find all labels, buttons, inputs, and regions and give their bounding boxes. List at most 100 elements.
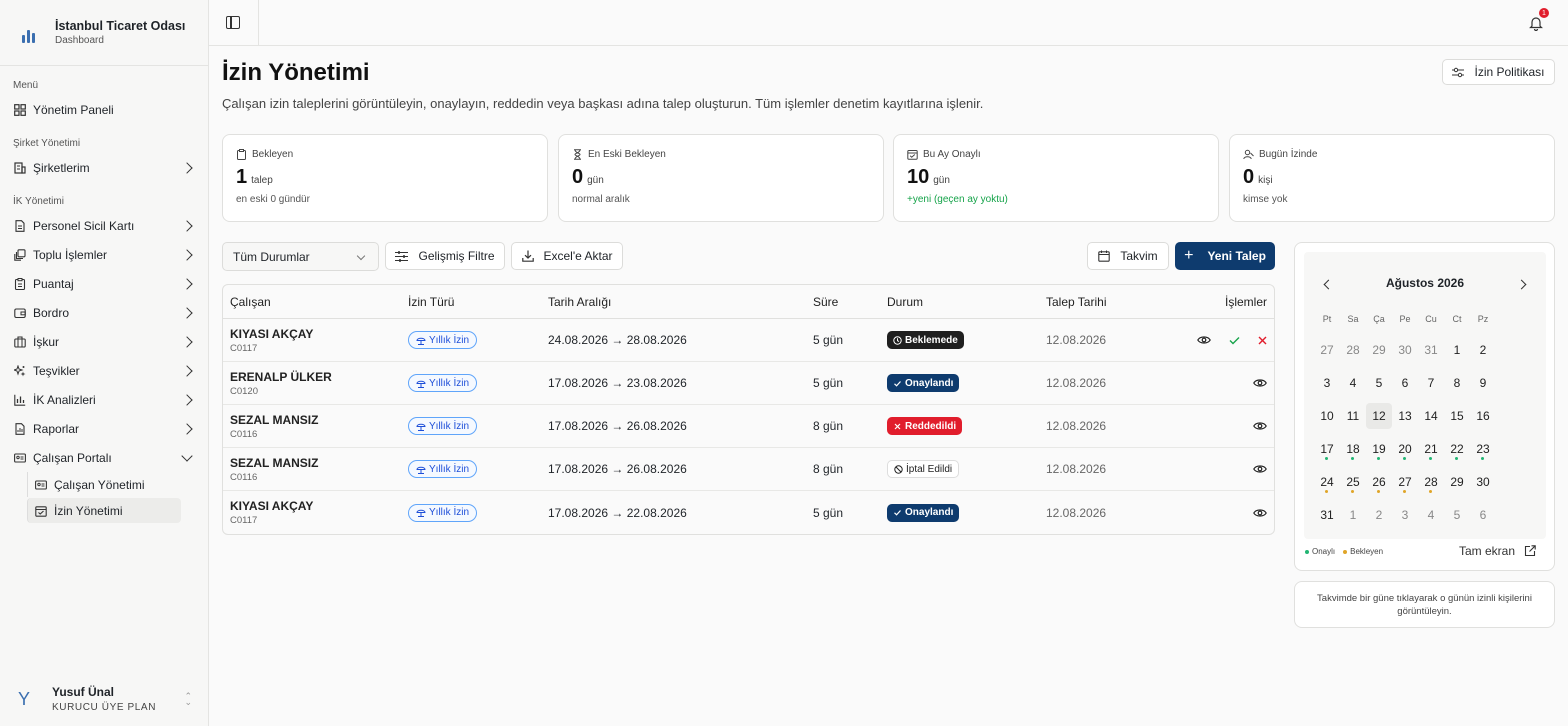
new-request-button[interactable]: + Yeni Talep (1175, 242, 1275, 270)
calendar-check-icon (35, 505, 47, 517)
calendar-day[interactable]: 12 (1366, 403, 1392, 429)
calendar-day[interactable]: 3 (1314, 370, 1340, 396)
sidebar-toggle-icon[interactable] (226, 16, 240, 29)
calendar-day[interactable]: 29 (1366, 337, 1392, 363)
advanced-filter-button[interactable]: Gelişmiş Filtre (385, 242, 505, 270)
table-row[interactable]: SEZAL MANSIZ C0116 Yıllık İzin 17.08.2026 →… (223, 405, 1274, 448)
view-icon[interactable] (1253, 464, 1267, 474)
calendar-day[interactable]: 2 (1366, 502, 1392, 528)
brand[interactable]: İstanbul Ticaret Odası Dashboard (0, 0, 208, 66)
calendar-day[interactable]: 20 (1392, 436, 1418, 462)
column-header-range[interactable]: Tarih Aralığı (548, 295, 611, 309)
calendar-day[interactable]: 27 (1392, 469, 1418, 495)
view-icon[interactable] (1253, 508, 1267, 518)
calendar-day[interactable]: 10 (1314, 403, 1340, 429)
export-excel-button[interactable]: Excel'e Aktar (511, 242, 623, 270)
sidebar-item-6[interactable]: İK Analizleri (0, 385, 208, 414)
calendar-button[interactable]: Takvim (1087, 242, 1169, 270)
sidebar-item-5[interactable]: Teşvikler (0, 356, 208, 385)
leave-type-cell: Yıllık İzin (408, 331, 478, 349)
calendar-day[interactable]: 3 (1392, 502, 1418, 528)
sidebar-item-0[interactable]: Personel Sicil Kartı (0, 211, 208, 240)
sidebar-item-2[interactable]: Puantaj (0, 269, 208, 298)
calendar-day[interactable]: 11 (1340, 403, 1366, 429)
table-row[interactable]: SEZAL MANSIZ C0116 Yıllık İzin 17.08.2026 →… (223, 448, 1274, 491)
calendar-day[interactable]: 29 (1444, 469, 1470, 495)
status-filter-select[interactable]: Tüm Durumlar (222, 242, 379, 271)
duration: 5 gün (813, 376, 844, 390)
calendar-day[interactable]: 19 (1366, 436, 1392, 462)
column-header-request-date[interactable]: Talep Tarihi (1046, 295, 1106, 309)
sidebar-item-1[interactable]: Toplu İşlemler (0, 240, 208, 269)
fullscreen-link[interactable]: Tam ekran (1459, 544, 1536, 558)
calendar-day[interactable]: 2 (1470, 337, 1496, 363)
calendar-day[interactable]: 5 (1366, 370, 1392, 396)
calendar-day[interactable]: 16 (1470, 403, 1496, 429)
reject-icon[interactable] (1258, 336, 1267, 345)
calendar-day[interactable]: 5 (1444, 502, 1470, 528)
sidebar-subitem-employee-management[interactable]: Çalışan Yönetimi (27, 472, 181, 497)
calendar-day[interactable]: 26 (1366, 469, 1392, 495)
calendar-day[interactable]: 6 (1470, 502, 1496, 528)
calendar-day[interactable]: 24 (1314, 469, 1340, 495)
column-header-duration[interactable]: Süre (813, 295, 838, 309)
sidebar-item-8[interactable]: Çalışan Portalı (0, 443, 208, 472)
status-cell: Beklemede (887, 331, 964, 349)
user-off-icon (1243, 149, 1254, 160)
calendar-day[interactable]: 23 (1470, 436, 1496, 462)
calendar-day[interactable]: 18 (1340, 436, 1366, 462)
calendar-day[interactable]: 28 (1418, 469, 1444, 495)
sidebar-item-label: İşkur (33, 334, 60, 349)
calendar-weekday: Pz (1477, 314, 1489, 324)
table-row[interactable]: KIYASI AKÇAY C0117 Yıllık İzin 24.08.2026 →… (223, 319, 1274, 362)
approved-dot-icon (1351, 457, 1354, 460)
calendar-day[interactable]: 30 (1470, 469, 1496, 495)
stat-value: 1 (236, 166, 248, 188)
sidebar-item-7[interactable]: Raporlar (0, 414, 208, 443)
calendar-day[interactable]: 9 (1470, 370, 1496, 396)
sidebar-item-dashboard[interactable]: Yönetim Paneli (0, 95, 208, 124)
sidebar-item-4[interactable]: İşkur (0, 327, 208, 356)
id-card-icon (35, 479, 47, 491)
user-menu[interactable]: Y Yusuf Ünal KURUCU ÜYE PLAN ⌃ ⌄ (0, 672, 208, 726)
calendar-day[interactable]: 30 (1392, 337, 1418, 363)
clipboard-icon (13, 277, 26, 290)
calendar-day-number: 29 (1450, 475, 1464, 489)
approve-icon[interactable] (1229, 336, 1240, 345)
calendar-day[interactable]: 8 (1444, 370, 1470, 396)
calendar-day[interactable]: 31 (1418, 337, 1444, 363)
column-header-employee[interactable]: Çalışan (230, 295, 271, 309)
calendar-day[interactable]: 6 (1392, 370, 1418, 396)
column-header-status[interactable]: Durum (887, 295, 923, 309)
column-header-type[interactable]: İzin Türü (408, 295, 454, 309)
calendar-day[interactable]: 1 (1340, 502, 1366, 528)
calendar-day[interactable]: 4 (1418, 502, 1444, 528)
sidebar-item-companies[interactable]: Şirketlerim (0, 153, 208, 182)
brand-title: İstanbul Ticaret Odası (55, 19, 186, 33)
calendar-day[interactable]: 21 (1418, 436, 1444, 462)
calendar-widget: Ağustos 2026 Pt Sa Ça Pe Cu Ct Pz 27 28 29 30 31 1 2 3… (1294, 242, 1555, 571)
calendar-day[interactable]: 1 (1444, 337, 1470, 363)
view-icon[interactable] (1197, 335, 1211, 345)
view-icon[interactable] (1253, 378, 1267, 388)
leave-policy-button[interactable]: İzin Politikası (1442, 59, 1555, 85)
calendar-day[interactable]: 28 (1340, 337, 1366, 363)
calendar-day[interactable]: 15 (1444, 403, 1470, 429)
view-icon[interactable] (1253, 421, 1267, 431)
calendar-day[interactable]: 17 (1314, 436, 1340, 462)
table-row[interactable]: KIYASI AKÇAY C0117 Yıllık İzin 17.08.2026 →… (223, 491, 1274, 534)
calendar-day[interactable]: 7 (1418, 370, 1444, 396)
sidebar-subitem-leave-management[interactable]: İzin Yönetimi (27, 498, 181, 523)
calendar-day-number: 1 (1349, 508, 1357, 522)
sidebar-item-3[interactable]: Bordro (0, 298, 208, 327)
calendar-day[interactable]: 27 (1314, 337, 1340, 363)
calendar-day[interactable]: 4 (1340, 370, 1366, 396)
calendar-day[interactable]: 13 (1392, 403, 1418, 429)
calendar-day[interactable]: 31 (1314, 502, 1340, 528)
calendar-day[interactable]: 14 (1418, 403, 1444, 429)
calendar-day-number: 5 (1453, 508, 1461, 522)
table-row[interactable]: ERENALP ÜLKER C0120 Yıllık İzin 17.08.2026 … (223, 362, 1274, 405)
calendar-day[interactable]: 22 (1444, 436, 1470, 462)
calendar-day[interactable]: 25 (1340, 469, 1366, 495)
sidebar-subitem-label: İzin Yönetimi (54, 503, 123, 518)
